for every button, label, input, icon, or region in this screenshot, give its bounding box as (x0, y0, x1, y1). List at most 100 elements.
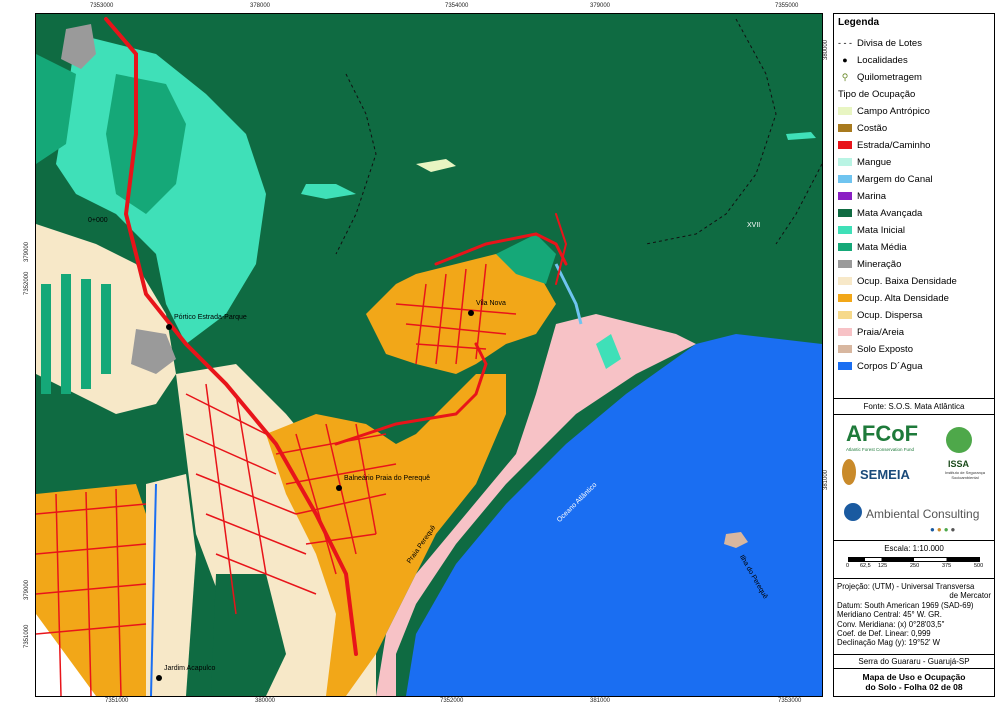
legend-item: Mangue (838, 155, 891, 169)
tick-bottom: 381000 (590, 698, 611, 704)
map-title-line: Mapa de Uso e Ocupação (862, 672, 966, 682)
legend-swatch (838, 277, 852, 285)
legend-item: Praia/Areia (838, 325, 904, 339)
map-title-line: do Solo - Folha 02 de 08 (865, 682, 963, 692)
afcof-logo: AFCoF (846, 421, 919, 446)
place-section: Serra do Guararu - Guarujá-SP (834, 654, 994, 669)
legend-item: Mineração (838, 257, 901, 271)
legend-swatch (838, 209, 852, 217)
label-vila-nova: Vila Nova (476, 300, 506, 307)
label-km: 0+000 (88, 217, 108, 224)
legend-label: Costão (857, 122, 888, 134)
tick-top: 7354000 (445, 3, 469, 9)
legend-label: Mata Inicial (857, 224, 906, 236)
legend-panel: Legenda - - - Divisa de Lotes ● Localida… (833, 13, 995, 697)
legend-swatch (838, 243, 852, 251)
legend-title: Legenda (838, 17, 880, 28)
semeia-leaf-icon (842, 459, 856, 485)
scale-bar (848, 557, 980, 562)
tick-top: 7355000 (775, 3, 799, 9)
legend-swatch (838, 311, 852, 319)
ambiental-drop-icon (844, 503, 862, 521)
legend-label: Estrada/Caminho (857, 139, 931, 151)
land-use-map (36, 14, 822, 696)
legend-item: Mata Média (838, 240, 907, 254)
legend-item-quilometragem: ⚲ Quilometragem (838, 70, 922, 84)
ambiental-logo: Ambiental Consulting (866, 507, 980, 521)
legend-swatch (838, 124, 852, 132)
label-zone: XVII (747, 222, 761, 229)
legend-item: Campo Antrópico (838, 104, 930, 118)
scale-ticks: 0 62,5 125 250 375 500 (846, 563, 984, 569)
issa-subtitle: Instituto de Segurança Socioambiental (944, 470, 986, 480)
tick-top: 378000 (250, 3, 271, 9)
projection-line: Coef. de Def. Linear: 0,999 (837, 629, 931, 639)
projection-line: Datum: South American 1969 (SAD-69) (837, 600, 974, 610)
ambiental-dots-icon: ●●●● (930, 525, 958, 534)
tick-right: 380000 (823, 39, 829, 60)
label-balneario: Balneário Praia do Perequê (344, 475, 431, 482)
legend-item: Ocup. Baixa Densidade (838, 274, 957, 288)
tick-left: 379000 (24, 579, 30, 600)
legend-item: Margem do Canal (838, 172, 933, 186)
legend-swatch (838, 192, 852, 200)
legend-label: Campo Antrópico (857, 105, 930, 117)
source-text: Fonte: S.O.S. Mata Atlântica (863, 402, 965, 411)
legend-item: Ocup. Dispersa (838, 308, 922, 322)
tick-bottom: 7353000 (778, 698, 802, 704)
legend-swatch (838, 260, 852, 268)
legend-label: Margem do Canal (857, 173, 933, 185)
dashed-line-icon: - - - (838, 38, 852, 48)
semeia-logo: SEMEIA (860, 467, 910, 482)
tick-top: 7353000 (90, 3, 114, 9)
legend-group-title: Tipo de Ocupação (838, 88, 916, 100)
projection-line: Declinação Mag (y): 19°52' W (837, 638, 940, 648)
legend-item: Corpos D´Agua (838, 359, 922, 373)
tick-bottom: 7351000 (105, 698, 129, 704)
tick-left: 7351000 (24, 624, 30, 648)
tick-right: 381000 (823, 469, 829, 490)
legend-swatch (838, 107, 852, 115)
place-text: Serra do Guararu - Guarujá-SP (858, 657, 970, 666)
issa-tree-icon (946, 427, 972, 453)
dot-icon: ● (842, 55, 848, 65)
legend-item: Ocup. Alta Densidade (838, 291, 949, 305)
legend-swatch (838, 141, 852, 149)
legend-label: Praia/Areia (857, 326, 904, 338)
logos-section: AFCoF Atlantic Forest Conservation Fund … (834, 414, 994, 541)
legend-label: Mineração (857, 258, 902, 270)
projection-line: Meridiano Central: 45° W. GR. (837, 610, 942, 620)
legend-label: Corpos D´Agua (857, 360, 923, 372)
projection-line: Conv. Meridiana: (x) 0°28'03,5" (837, 619, 945, 629)
scale-section: Escala: 1:10.000 0 62,5 125 250 375 500 (834, 540, 994, 579)
label-portico: Pórtico Estrada-Parque (174, 314, 247, 321)
tick-left: 379000 (24, 241, 30, 262)
legend-swatch (838, 294, 852, 302)
issa-logo: ISSA (948, 459, 970, 469)
legend-label: Solo Exposto (857, 343, 913, 355)
legend-label: Ocup. Baixa Densidade (857, 275, 957, 287)
legend-swatch (838, 158, 852, 166)
map-canvas[interactable]: Pórtico Estrada-Parque Vila Nova Balneár… (35, 13, 823, 697)
tick-bottom: 380000 (255, 698, 276, 704)
legend-swatch (838, 362, 852, 370)
legend-item: Solo Exposto (838, 342, 913, 356)
legend-swatch (838, 226, 852, 234)
scale-title: Escala: 1:10.000 (884, 544, 944, 553)
legend-item: Estrada/Caminho (838, 138, 930, 152)
km-marker-icon: ⚲ (841, 71, 849, 82)
projection-section: Projeção: (UTM) - Universal Transversa d… (834, 578, 994, 655)
legend-item: Mata Inicial (838, 223, 905, 237)
legend-item-divisa: - - - Divisa de Lotes (838, 37, 922, 49)
tick-left: 7352000 (24, 271, 30, 295)
afcof-subtitle: Atlantic Forest Conservation Fund (846, 447, 915, 452)
tick-top: 379000 (590, 3, 611, 9)
legend-label: Ocup. Dispersa (857, 309, 923, 321)
tick-bottom: 7352000 (440, 698, 464, 704)
legend-label: Mata Média (857, 241, 907, 253)
legend-item: Costão (838, 121, 887, 135)
legend-item: Marina (838, 189, 886, 203)
legend-label: Marina (857, 190, 887, 202)
projection-line: Projeção: (UTM) - Universal Transversa (837, 582, 975, 591)
legend-label: Mata Avançada (857, 207, 923, 219)
